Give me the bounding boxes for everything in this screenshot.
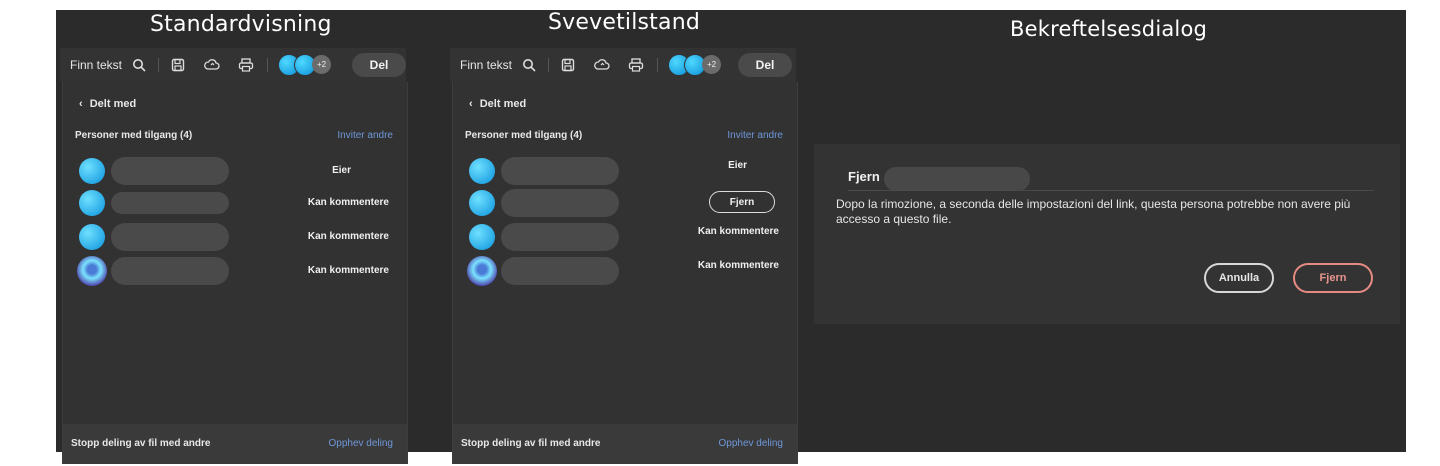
caption-default-view: Standardvisning	[150, 12, 332, 37]
person-row[interactable]: Kan kommentere	[77, 222, 397, 251]
user-avatar	[469, 190, 495, 216]
collaborator-avatars[interactable]: +2	[278, 54, 338, 76]
chevron-left-icon: ‹	[79, 98, 83, 110]
redacted-name	[884, 167, 1030, 191]
redacted-name	[501, 189, 619, 217]
user-avatar	[79, 224, 105, 250]
search-icon[interactable]	[520, 56, 538, 74]
user-avatar	[467, 256, 497, 286]
user-avatar	[469, 224, 495, 250]
stop-sharing-label: Stopp deling av fil med andre	[71, 438, 211, 449]
invite-others-link[interactable]: Inviter andre	[727, 130, 783, 141]
invite-others-link[interactable]: Inviter andre	[337, 130, 393, 141]
toolbar-divider	[158, 58, 160, 72]
toolbar: Finn tekst +2 Del	[60, 48, 406, 82]
person-row[interactable]: Kan kommentere	[467, 222, 787, 251]
dialog-title: Fjern	[848, 169, 880, 184]
stop-sharing-footer: Stopp deling av fil med andre Opphev del…	[62, 424, 408, 464]
person-row[interactable]: Kan kommentere	[77, 256, 397, 286]
avatar-more-count: +2	[702, 55, 722, 74]
redacted-name	[111, 257, 229, 285]
redacted-name	[501, 157, 619, 185]
cloud-sync-icon[interactable]	[593, 56, 611, 74]
back-label: Delt med	[479, 98, 527, 110]
toolbar: Finn tekst +2 Del	[450, 48, 796, 82]
caption-hover-state: Svevetilstand	[548, 10, 701, 35]
role-label: Kan kommentere	[307, 231, 389, 242]
share-button[interactable]: Del	[352, 53, 406, 77]
role-label: Kan kommentere	[307, 265, 389, 276]
save-icon[interactable]	[169, 56, 187, 74]
user-avatar	[77, 256, 107, 286]
remove-button[interactable]: Fjern	[1293, 263, 1373, 293]
dialog-divider	[848, 190, 1374, 191]
role-label: Kan kommentere	[307, 197, 389, 208]
chevron-left-icon: ‹	[469, 98, 473, 110]
panel-hover: Finn tekst +2 Del ‹ Delt med Personer me…	[450, 48, 798, 464]
redacted-name	[111, 192, 229, 214]
stop-sharing-label: Stopp deling av fil med andre	[461, 438, 601, 449]
people-with-access-heading: Personer med tilgang (4)	[75, 130, 193, 141]
role-label: Kan kommentere	[697, 226, 779, 237]
redacted-name	[501, 223, 619, 251]
user-avatar	[79, 158, 105, 184]
cloud-sync-icon[interactable]	[203, 56, 221, 74]
redacted-name	[111, 157, 229, 185]
unshare-link[interactable]: Opphev deling	[719, 438, 784, 449]
person-row[interactable]: Kan kommentere	[77, 188, 397, 216]
toolbar-divider	[657, 58, 659, 72]
stop-sharing-footer: Stopp deling av fil med andre Opphev del…	[452, 424, 798, 464]
save-icon[interactable]	[559, 56, 577, 74]
person-row[interactable]: Kan kommentere	[467, 256, 787, 286]
find-text-label[interactable]: Finn tekst	[460, 58, 512, 72]
toolbar-divider	[267, 58, 269, 72]
back-label: Delt med	[89, 98, 137, 110]
avatar-more-count: +2	[312, 55, 332, 74]
role-label: Eier	[728, 160, 747, 171]
remove-person-button[interactable]: Fjern	[709, 191, 775, 213]
user-avatar	[79, 190, 105, 216]
back-link[interactable]: ‹ Delt med	[79, 98, 136, 110]
share-button[interactable]: Del	[738, 53, 792, 77]
role-label: Eier	[332, 165, 351, 176]
print-icon[interactable]	[237, 56, 255, 74]
confirm-remove-dialog: Fjern Dopo la rimozione, a seconda delle…	[814, 144, 1400, 324]
user-avatar	[469, 158, 495, 184]
caption-confirm-dialog: Bekreftelsesdialog	[1010, 17, 1208, 41]
shared-with-panel: ‹ Delt med Personer med tilgang (4) Invi…	[62, 82, 408, 424]
search-icon[interactable]	[130, 56, 148, 74]
person-row[interactable]: Eier	[467, 156, 787, 185]
redacted-name	[111, 223, 229, 251]
panel-default: Finn tekst +2 Del ‹ Delt med Personer me…	[60, 48, 408, 464]
back-link[interactable]: ‹ Delt med	[469, 98, 526, 110]
people-with-access-heading: Personer med tilgang (4)	[465, 130, 583, 141]
role-label: Kan kommentere	[697, 260, 779, 271]
dialog-message: Dopo la rimozione, a seconda delle impos…	[836, 197, 1351, 226]
shared-with-panel: ‹ Delt med Personer med tilgang (4) Invi…	[452, 82, 798, 424]
person-row[interactable]: Eier	[77, 156, 397, 185]
redacted-name	[501, 257, 619, 285]
print-icon[interactable]	[627, 56, 645, 74]
unshare-link[interactable]: Opphev deling	[329, 438, 394, 449]
collaborator-avatars[interactable]: +2	[668, 54, 728, 76]
person-row-hovered[interactable]: Fjern	[467, 188, 787, 217]
find-text-label[interactable]: Finn tekst	[70, 58, 122, 72]
toolbar-divider	[548, 58, 550, 72]
cancel-button[interactable]: Annulla	[1204, 263, 1274, 293]
